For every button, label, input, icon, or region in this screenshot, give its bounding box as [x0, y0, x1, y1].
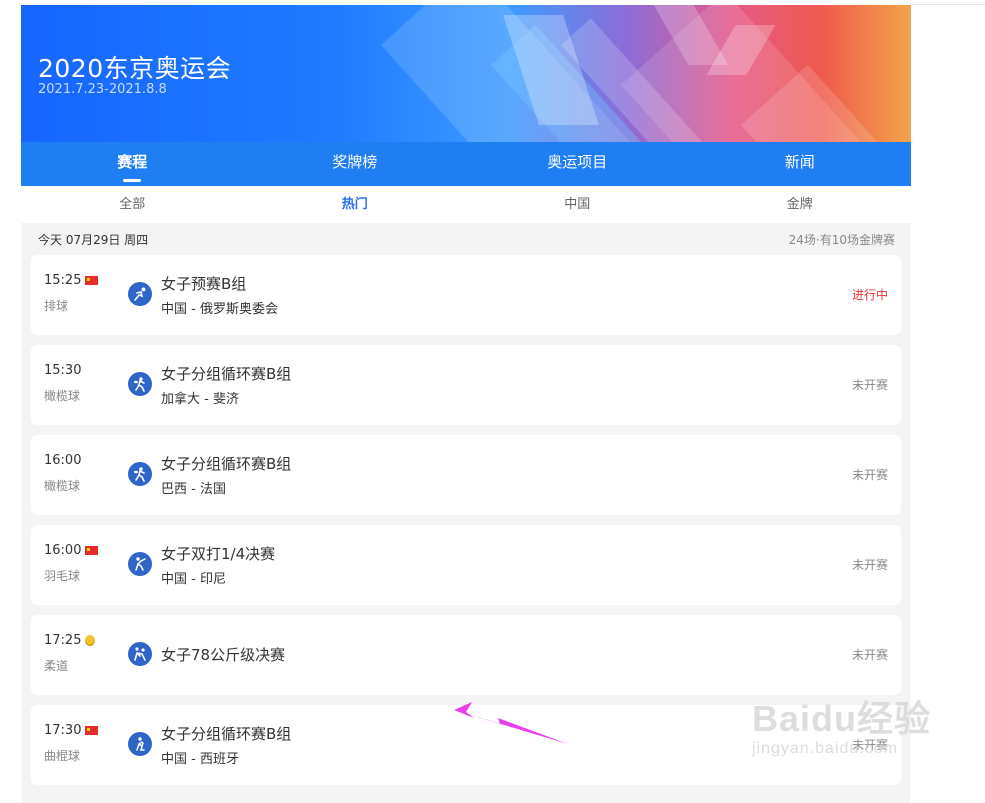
filter-tabs: 全部 热门 中国 金牌 [21, 186, 911, 223]
filter-tab-3[interactable]: 金牌 [689, 186, 912, 223]
match-teams: 中国 - 西班牙 [161, 752, 239, 767]
china-flag-icon [85, 276, 99, 285]
match-time: 17:25 [44, 633, 96, 648]
match-sport: 橄榄球 [44, 389, 81, 403]
filter-tab-0[interactable]: 全部 [21, 186, 244, 223]
match-sport: 曲棍球 [44, 749, 81, 763]
match-status: 未开赛 [851, 558, 888, 572]
match-card[interactable]: 16:00 橄榄球 女子分组循环赛B组 巴西 - 法国 未开赛 [31, 435, 901, 515]
main-tabs: 赛程 奖牌榜 奥运项目 新闻 [21, 142, 911, 186]
match-card[interactable]: 15:30 橄榄球 女子分组循环赛B组 加拿大 - 斐济 未开赛 [31, 345, 901, 425]
filter-tab-1[interactable]: 热门 [244, 186, 467, 223]
match-status: 未开赛 [851, 468, 888, 482]
olympics-schedule-page: 2020东京奥运会 2021.7.23-2021.8.8 赛程 奖牌榜 奥运项目 新闻… [21, 5, 911, 803]
day-date: 今天 07月29日 周四 [38, 233, 149, 247]
watermark: Baidu经验 jingyan.baidu.com [752, 690, 931, 758]
match-time-text: 16:00 [44, 453, 82, 468]
china-flag-icon [85, 726, 99, 735]
match-time: 15:25 [44, 273, 99, 288]
match-teams: 巴西 - 法国 [161, 482, 226, 497]
match-event: 女子双打1/4决赛 [161, 545, 276, 563]
match-event: 女子分组循环赛B组 [161, 725, 292, 743]
tab-0[interactable]: 赛程 [21, 142, 244, 186]
match-time-text: 15:25 [44, 273, 82, 288]
match-card[interactable]: 16:00 羽毛球 女子双打1/4决赛 中国 - 印尼 未开赛 [31, 525, 901, 605]
match-time: 17:30 [44, 723, 99, 738]
match-sport: 柔道 [44, 659, 69, 673]
badminton-icon [128, 552, 152, 576]
gold-medal-icon [85, 635, 96, 646]
match-time: 16:00 [44, 543, 99, 558]
hockey-icon [128, 732, 152, 756]
match-sport: 排球 [44, 299, 69, 313]
match-time-text: 16:00 [44, 543, 82, 558]
rugby-icon [128, 462, 152, 486]
day-summary: 24场·有10场金牌赛 [788, 233, 895, 247]
china-flag-icon [85, 546, 99, 555]
banner: 2020东京奥运会 2021.7.23-2021.8.8 [21, 5, 911, 142]
match-status: 进行中 [851, 288, 888, 302]
match-status: 未开赛 [851, 648, 888, 662]
match-time: 16:00 [44, 453, 81, 468]
annotation-arrow [454, 702, 568, 744]
match-teams: 中国 - 印尼 [161, 572, 226, 587]
day-header: 今天 07月29日 周四 24场·有10场金牌赛 [21, 223, 911, 255]
volleyball-icon [128, 282, 152, 306]
match-event: 女子78公斤级决赛 [161, 646, 286, 664]
rugby-icon [128, 372, 152, 396]
banner-dates: 2021.7.23-2021.8.8 [38, 82, 167, 97]
match-event: 女子分组循环赛B组 [161, 365, 292, 383]
match-teams: 加拿大 - 斐济 [161, 392, 239, 407]
match-sport: 羽毛球 [44, 569, 81, 583]
tab-1[interactable]: 奖牌榜 [244, 142, 467, 186]
match-event: 女子分组循环赛B组 [161, 455, 292, 473]
match-teams: 中国 - 俄罗斯奥委会 [161, 302, 278, 317]
match-sport: 橄榄球 [44, 479, 81, 493]
match-time: 15:30 [44, 363, 81, 378]
tab-3[interactable]: 新闻 [689, 142, 912, 186]
match-card[interactable]: 17:25 柔道 女子78公斤级决赛 未开赛 [31, 615, 901, 695]
match-time-text: 17:25 [44, 633, 82, 648]
watermark-sub: jingyan.baidu.com [752, 740, 898, 757]
judo-icon [128, 642, 152, 666]
match-card[interactable]: 15:25 排球 女子预赛B组中国 - 俄罗斯奥委会 进行中 [31, 255, 901, 335]
banner-title: 2020东京奥运会 [38, 54, 232, 83]
match-time-text: 15:30 [44, 363, 82, 378]
watermark-main: Baidu经验 [752, 698, 932, 739]
match-status: 未开赛 [851, 378, 888, 392]
match-time-text: 17:30 [44, 723, 82, 738]
tab-2[interactable]: 奥运项目 [466, 142, 689, 186]
top-divider [910, 4, 985, 5]
match-event: 女子预赛B组 [161, 275, 247, 293]
filter-tab-2[interactable]: 中国 [466, 186, 689, 223]
